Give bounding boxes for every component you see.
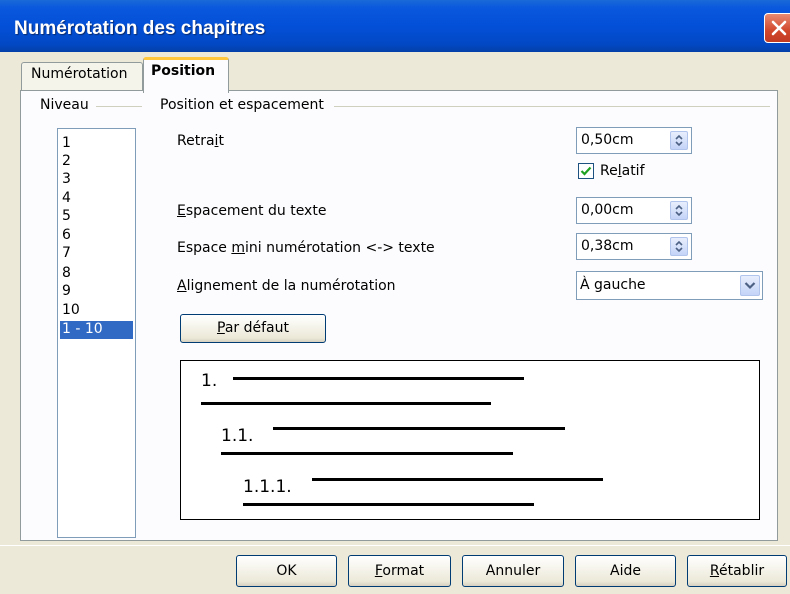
- list-item[interactable]: 9: [60, 283, 133, 301]
- title-bar: Numérotation des chapitres: [0, 0, 790, 52]
- format-button[interactable]: Format: [348, 555, 451, 587]
- min-spacing-label: Espace mini numérotation <-> texte: [177, 240, 435, 256]
- close-button[interactable]: [764, 13, 790, 43]
- min-spacing-value: 0,38cm: [581, 238, 634, 254]
- preview-line: [233, 377, 524, 380]
- preview-line: [243, 503, 534, 506]
- list-item[interactable]: 1: [60, 135, 133, 153]
- relative-label[interactable]: Relatif: [600, 163, 645, 179]
- tab-position[interactable]: Position: [143, 57, 229, 93]
- spin-arrows-icon[interactable]: [670, 131, 688, 150]
- alignment-value: À gauche: [580, 277, 646, 293]
- preview-line: [201, 402, 491, 405]
- tab-numerotation[interactable]: Numérotation: [21, 62, 143, 90]
- reset-button[interactable]: Rétablir: [687, 555, 787, 587]
- ok-button[interactable]: OK: [236, 555, 337, 587]
- window-title: Numérotation des chapitres: [14, 18, 266, 39]
- list-item[interactable]: 4: [60, 190, 133, 208]
- level-list[interactable]: 1 2 3 4 5 6 7 8 9 10 1 - 10: [57, 128, 136, 538]
- relative-checkbox[interactable]: [578, 163, 594, 179]
- preview-line: [273, 427, 565, 430]
- list-item[interactable]: 7: [60, 245, 133, 263]
- separator: [0, 545, 790, 546]
- niveau-group-line: [96, 106, 142, 107]
- niveau-group-label: Niveau: [40, 97, 89, 113]
- list-item[interactable]: 8: [60, 265, 133, 283]
- default-button[interactable]: Par défaut: [180, 314, 326, 343]
- text-spacing-spinbox[interactable]: 0,00cm: [576, 197, 692, 224]
- list-item[interactable]: 3: [60, 171, 133, 189]
- text-spacing-label: Espacement du texte: [177, 203, 327, 219]
- tab-strip: Numérotation Position: [0, 52, 790, 93]
- spin-arrows-icon[interactable]: [670, 201, 688, 220]
- position-group-line: [334, 106, 770, 107]
- alignment-label: Alignement de la numérotation: [177, 278, 396, 294]
- list-item[interactable]: 6: [60, 227, 133, 245]
- preview-level-1-number: 1.: [201, 371, 218, 391]
- spin-arrows-icon[interactable]: [670, 237, 688, 256]
- numbering-preview: 1. 1.1. 1.1.1.: [180, 360, 760, 520]
- preview-level-3-number: 1.1.1.: [243, 477, 292, 497]
- help-button[interactable]: Aide: [575, 555, 676, 587]
- preview-line: [221, 452, 513, 455]
- preview-level-2-number: 1.1.: [221, 426, 254, 446]
- cancel-button[interactable]: Annuler: [462, 555, 564, 587]
- indent-label: Retrait: [177, 133, 224, 149]
- chevron-down-icon[interactable]: [740, 275, 760, 296]
- list-item-selected[interactable]: 1 - 10: [60, 321, 133, 339]
- list-item[interactable]: 5: [60, 208, 133, 226]
- list-item[interactable]: 10: [60, 302, 133, 320]
- min-spacing-spinbox[interactable]: 0,38cm: [576, 233, 692, 260]
- preview-line: [312, 478, 603, 481]
- position-group-label: Position et espacement: [160, 97, 324, 113]
- text-spacing-value: 0,00cm: [581, 202, 634, 218]
- close-icon: [771, 20, 787, 36]
- list-item[interactable]: 2: [60, 153, 133, 171]
- checkmark-icon: [580, 166, 592, 176]
- indent-value: 0,50cm: [581, 132, 634, 148]
- alignment-select[interactable]: À gauche: [576, 271, 763, 300]
- indent-spinbox[interactable]: 0,50cm: [576, 127, 692, 154]
